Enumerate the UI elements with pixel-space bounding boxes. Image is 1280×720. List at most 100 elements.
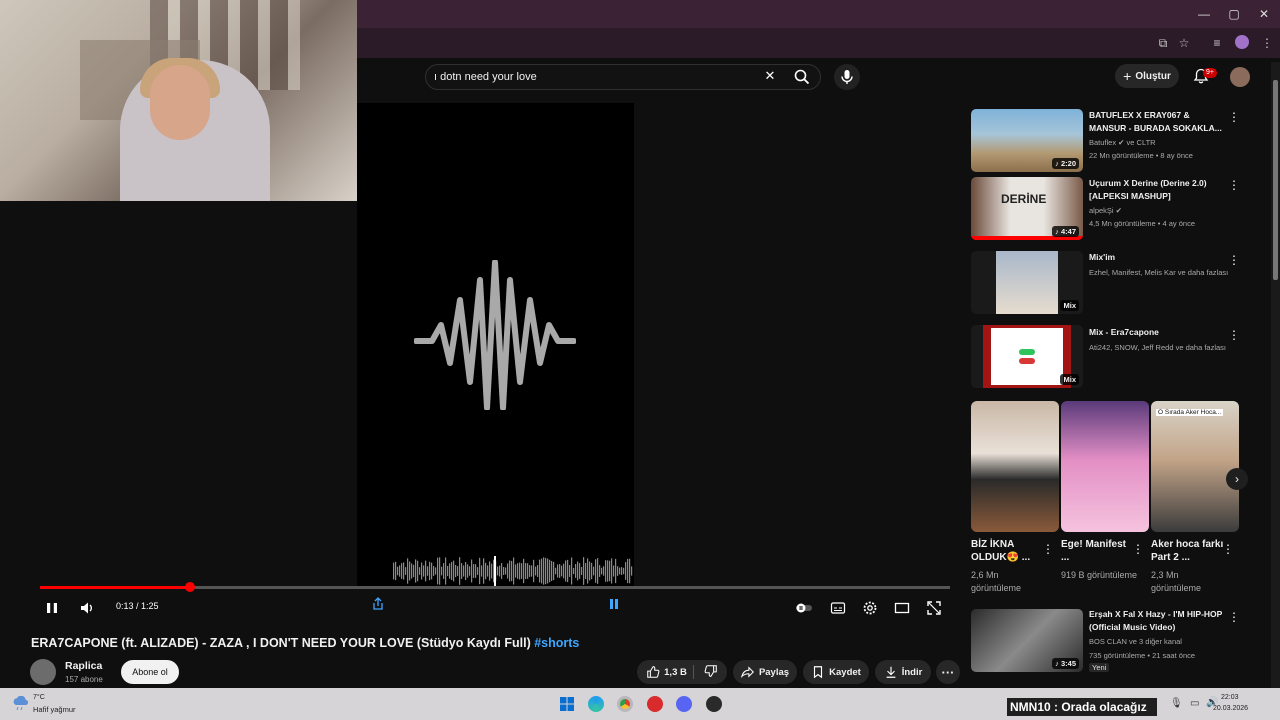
notification-badge: 9+ — [1203, 68, 1217, 78]
rec-channel[interactable]: Batuflex ✔ ve CLTR — [1089, 138, 1156, 147]
duration-badge: ♪ 2:20 — [1052, 158, 1079, 169]
rec-thumbnail[interactable]: ♪ 3:45 — [971, 609, 1083, 672]
time-display: 0:13 / 1:25 — [116, 601, 159, 611]
audio-waveform-icon — [414, 260, 576, 410]
volume-icon — [81, 602, 92, 614]
obs-icon[interactable] — [706, 696, 722, 712]
channel-subscriber-count: 157 abone — [65, 675, 103, 684]
search-input[interactable] — [434, 70, 754, 84]
pause-button[interactable] — [44, 600, 60, 616]
more-horizontal-icon: ··· — [941, 664, 955, 680]
rec-menu-icon[interactable]: ⋮ — [1228, 328, 1240, 342]
media-control-icon[interactable]: ≡ — [1209, 35, 1225, 51]
like-button[interactable]: 1,3 B — [646, 665, 694, 679]
microphone-tray-icon[interactable]: 🎙 — [1170, 698, 1183, 709]
subscribe-button[interactable]: Abone ol — [121, 660, 179, 684]
volume-button[interactable] — [79, 600, 95, 616]
rec-meta: 22 Mn görüntüleme • 8 ay önce — [1089, 151, 1193, 160]
channel-avatar[interactable] — [30, 659, 56, 685]
settings-button[interactable] — [862, 600, 878, 616]
streaming-app-icon[interactable] — [647, 696, 663, 712]
close-window-button[interactable]: ✕ — [1256, 6, 1272, 22]
rec-channel[interactable]: alpekŞi ✔ — [1089, 206, 1122, 215]
maximize-button[interactable]: ▢ — [1226, 6, 1242, 22]
rec-channel: Ati242, SNOW, Jeff Redd ve daha fazlası — [1089, 343, 1227, 352]
rec-title[interactable]: Mix - Era7capone — [1089, 326, 1225, 339]
audio-scrubber-strip[interactable] — [393, 556, 634, 586]
mix-thumbnail[interactable]: Mix — [971, 325, 1083, 388]
dislike-button[interactable] — [698, 664, 718, 681]
rec-title[interactable]: Erşah X Fal X Hazy - I'M HIP-HOP (Offici… — [1089, 608, 1225, 634]
chevron-right-icon: › — [1235, 472, 1239, 486]
network-tray-icon[interactable]: ▭ — [1190, 698, 1199, 709]
create-button[interactable]: + Oluştur — [1115, 64, 1179, 88]
more-actions-button[interactable]: ··· — [936, 660, 960, 684]
share-arrow-icon — [740, 666, 754, 678]
autoplay-toggle[interactable] — [795, 600, 812, 616]
subtitles-button[interactable] — [830, 600, 846, 616]
mix-thumbnail[interactable]: Mix — [971, 251, 1083, 314]
share-short-button[interactable] — [370, 596, 386, 612]
fullscreen-icon — [927, 601, 941, 615]
short-menu-icon[interactable]: ⋮ — [1042, 542, 1054, 556]
duration-badge: ♪ 3:45 — [1052, 658, 1079, 669]
rec-thumbnail[interactable]: DERİNE ♪ 4:47 — [971, 177, 1083, 240]
bookmark-star-icon[interactable]: ☆ — [1176, 35, 1192, 51]
channel-name[interactable]: Raplica — [65, 660, 102, 672]
short-pause-button[interactable] — [606, 596, 622, 612]
voice-search-button[interactable] — [834, 64, 860, 90]
short-title[interactable]: Ege! Manifest ... — [1061, 538, 1135, 564]
download-button[interactable]: İndir — [875, 660, 931, 684]
short-thumbnail[interactable]: O Sırada Aker Hoca... — [1151, 401, 1239, 532]
minimize-button[interactable]: — — [1196, 6, 1212, 22]
browser-toolbar — [357, 28, 1280, 58]
search-icon[interactable] — [794, 69, 810, 85]
rec-title[interactable]: Uçurum X Derine (Derine 2.0) [ALPEKSI MA… — [1089, 177, 1225, 203]
rec-meta: 4,5 Mn görüntüleme • 4 ay önce — [1089, 219, 1196, 228]
weather-rain-icon[interactable] — [12, 696, 30, 712]
browser-menu-icon[interactable]: ⋮ — [1259, 35, 1275, 51]
chrome-browser-icon[interactable] — [617, 696, 633, 712]
shorts-next-button[interactable]: › — [1226, 468, 1248, 490]
short-thumbnail[interactable] — [971, 401, 1059, 532]
thumbs-down-icon — [704, 664, 717, 677]
short-views: 2,6 Mn görüntüleme — [971, 570, 1022, 593]
taskbar-clock-date[interactable]: 20.03.2026 — [1213, 705, 1248, 712]
progress-scrubber-knob[interactable] — [185, 582, 196, 592]
rec-menu-icon[interactable]: ⋮ — [1228, 610, 1240, 624]
short-title[interactable]: BİZ İKNA OLDUK😍 ... — [971, 538, 1045, 564]
hashtag-link[interactable]: #shorts — [534, 636, 579, 650]
discord-icon[interactable] — [676, 696, 692, 712]
save-button[interactable]: Kaydet — [803, 660, 869, 684]
webcam-overlay — [0, 0, 357, 201]
new-badge: Yeni — [1089, 663, 1110, 672]
windows-start-icon[interactable] — [559, 696, 575, 712]
rec-channel[interactable]: BOS CLAN ve 3 diğer kanal — [1089, 637, 1182, 646]
share-button[interactable]: Paylaş — [733, 660, 797, 684]
rec-title[interactable]: Mix'im — [1089, 251, 1225, 264]
video-title: ERA7CAPONE (ft. ALIZADE) - ZAZA , I DON'… — [31, 636, 579, 650]
fullscreen-button[interactable] — [926, 600, 942, 616]
share-icon — [373, 597, 383, 610]
scrollbar-thumb[interactable] — [1273, 80, 1278, 280]
account-avatar[interactable] — [1230, 67, 1250, 87]
rec-menu-icon[interactable]: ⋮ — [1228, 178, 1240, 192]
rec-title[interactable]: BATUFLEX X ERAY067 & MANSUR - BURADA SOK… — [1089, 109, 1225, 135]
clear-search-icon[interactable]: ✕ — [763, 69, 777, 83]
rec-menu-icon[interactable]: ⋮ — [1228, 253, 1240, 267]
short-title[interactable]: Aker hoca farkı Part 2 ... — [1151, 538, 1225, 564]
download-icon — [886, 666, 896, 678]
rec-thumbnail[interactable]: ♪ 2:20 — [971, 109, 1083, 172]
theater-mode-button[interactable] — [894, 600, 910, 616]
bookmark-icon — [814, 666, 823, 679]
edge-browser-icon[interactable] — [588, 696, 604, 712]
short-menu-icon[interactable]: ⋮ — [1132, 542, 1144, 556]
profile-icon[interactable] — [1235, 35, 1249, 49]
short-thumbnail[interactable] — [1061, 401, 1149, 532]
cast-icon[interactable]: ⧉ — [1155, 35, 1171, 51]
rec-menu-icon[interactable]: ⋮ — [1228, 110, 1240, 124]
taskbar-clock-time[interactable]: 22:03 — [1221, 694, 1239, 701]
autoplay-toggle-icon — [796, 603, 812, 613]
progress-bar-played — [40, 586, 191, 589]
short-menu-icon[interactable]: ⋮ — [1222, 542, 1234, 556]
